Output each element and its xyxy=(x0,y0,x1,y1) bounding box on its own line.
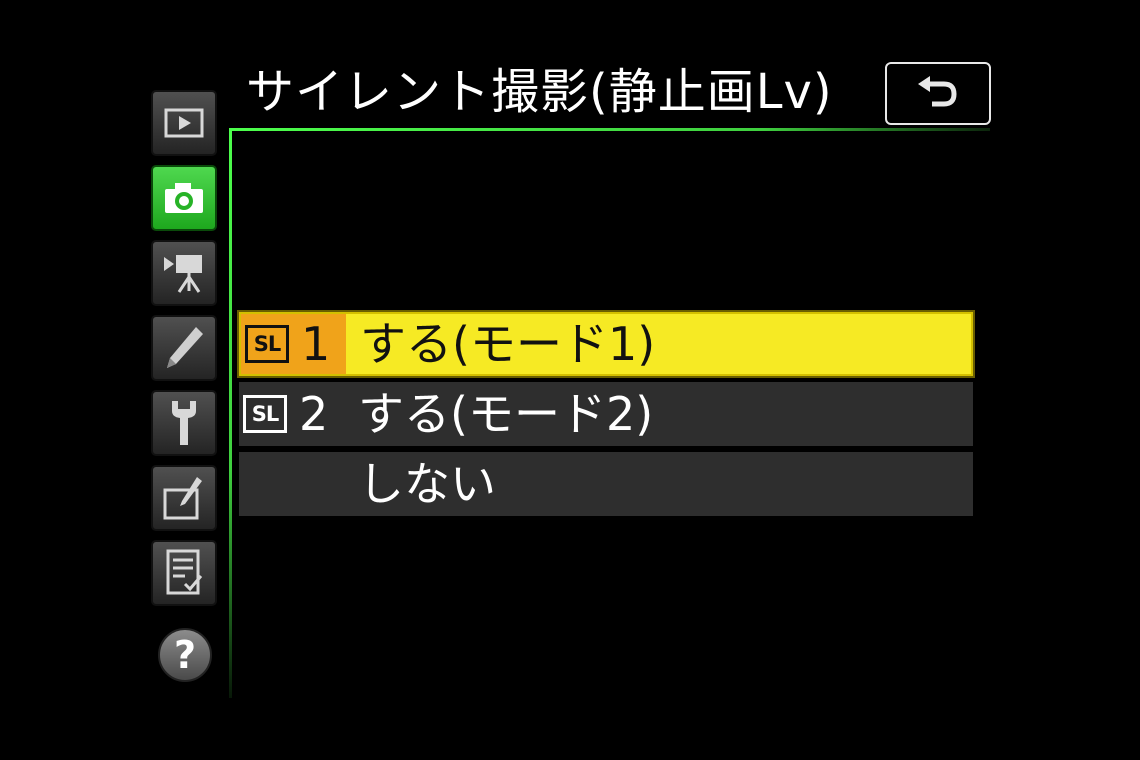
camera-icon xyxy=(165,183,203,213)
option-icon-cell xyxy=(239,452,344,516)
tab-movie-shooting[interactable] xyxy=(151,240,217,306)
option-icon-cell: SL 2 xyxy=(239,382,344,446)
option-off[interactable]: しない xyxy=(239,452,973,516)
retouch-brush-icon xyxy=(163,477,202,520)
option-mode-1[interactable]: SL 1 する(モード1) xyxy=(239,312,973,376)
option-mode-number: 1 xyxy=(301,317,331,371)
option-label: する(モード1) xyxy=(360,317,656,371)
page-title: サイレント撮影(静止画Lv) xyxy=(246,64,833,120)
help-button[interactable]: ? xyxy=(158,628,212,682)
wrench-icon xyxy=(172,401,196,445)
tab-setup[interactable] xyxy=(151,390,217,456)
option-mode-2[interactable]: SL 2 する(モード2) xyxy=(239,382,973,446)
return-arrow-icon xyxy=(918,75,957,106)
pencil-icon xyxy=(167,327,203,368)
silent-mode-icon: SL xyxy=(245,325,289,363)
menu-frame-top-line xyxy=(229,128,990,131)
option-label: する(モード2) xyxy=(358,387,654,441)
playback-icon xyxy=(164,108,204,138)
option-label: しない xyxy=(358,457,496,511)
option-icon-cell: SL 1 xyxy=(241,314,346,374)
menu-frame-left-line xyxy=(229,128,232,698)
option-mode-number: 2 xyxy=(299,387,329,441)
tab-retouch[interactable] xyxy=(151,465,217,531)
silent-mode-icon: SL xyxy=(243,395,287,433)
tab-playback[interactable] xyxy=(151,90,217,156)
tab-photo-shooting[interactable] xyxy=(151,165,217,231)
tab-custom-settings[interactable] xyxy=(151,315,217,381)
my-menu-icon xyxy=(166,549,203,595)
menu-screen: ? サイレント撮影(静止画Lv) SL 1 する(モード1) SL 2 する(モ… xyxy=(0,0,1140,760)
movie-camera-icon xyxy=(164,255,202,293)
back-button[interactable] xyxy=(885,62,991,125)
tab-my-menu[interactable] xyxy=(151,540,217,606)
